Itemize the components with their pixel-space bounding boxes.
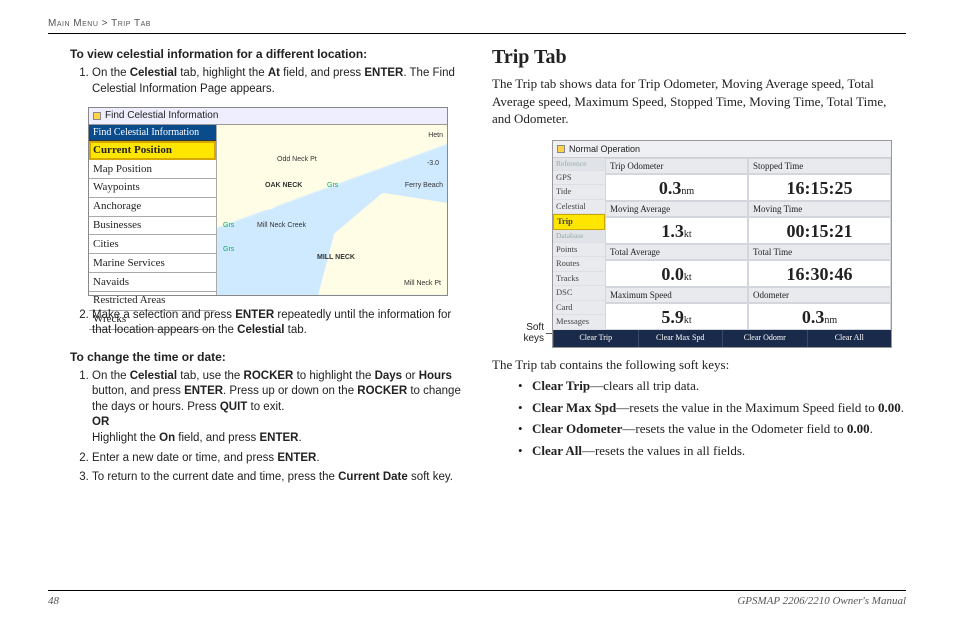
map-label: OAK NECK (265, 181, 302, 190)
softkey-clear-trip[interactable]: Clear Trip (553, 330, 638, 347)
window-icon (93, 112, 101, 120)
map-label: Grs (327, 181, 338, 190)
val-odometer: 0.3nm (748, 303, 891, 329)
nav-tide[interactable]: Tide (553, 185, 605, 199)
map-label: -3.0 (427, 159, 439, 168)
left-column: To view celestial information for a diff… (48, 44, 462, 490)
find-item-cities[interactable]: Cities (89, 235, 216, 254)
proc2-step1: On the Celestial tab, use the ROCKER to … (92, 369, 462, 447)
hdr-total-time: Total Time (748, 244, 891, 261)
nav-section-reference: Reference (553, 158, 605, 171)
softkeys-list: Clear Trip—clears all trip data. Clear M… (518, 377, 906, 459)
map-label: Hetn (428, 131, 443, 140)
proc1-list: On the Celestial tab, highlight the At f… (92, 66, 462, 97)
val-trip-odometer: 0.3nm (605, 174, 748, 200)
breadcrumb-main: Main Menu (48, 18, 98, 29)
bullet-clear-trip: Clear Trip—clears all trip data. (518, 377, 906, 395)
page-footer: 48 GPSMAP 2206/2210 Owner's Manual (48, 590, 906, 607)
proc2-step3: To return to the current date and time, … (92, 470, 462, 486)
find-item-businesses[interactable]: Businesses (89, 217, 216, 236)
nav-points[interactable]: Points (553, 243, 605, 257)
map-label: Odd Neck Pt (277, 155, 317, 164)
find-item-map-position[interactable]: Map Position (89, 160, 216, 179)
breadcrumb-sep: > (102, 18, 108, 29)
breadcrumb-sub: Trip Tab (111, 18, 151, 29)
proc1-list-cont: Make a selection and press ENTER repeate… (92, 308, 462, 339)
map-label: Grs (223, 245, 234, 254)
fig2-titlebar: Normal Operation (553, 141, 891, 158)
nav-section-database: Database (553, 230, 605, 243)
section-title: Trip Tab (492, 44, 906, 71)
val-stopped-time: 16:15:25 (748, 174, 891, 200)
trip-tab-figure: Normal Operation Reference GPS Tide Cele… (552, 140, 892, 348)
proc2-list: On the Celestial tab, use the ROCKER to … (92, 369, 462, 486)
nav-trip[interactable]: Trip (553, 214, 605, 229)
hdr-maximum-speed: Maximum Speed (605, 287, 748, 304)
map-label: Grs (223, 221, 234, 230)
proc2-head: To change the time or date: (70, 349, 462, 365)
hdr-stopped-time: Stopped Time (748, 158, 891, 175)
hdr-moving-time: Moving Time (748, 201, 891, 218)
fig1-titlebar: Find Celestial Information (89, 108, 447, 125)
val-maximum-speed: 5.9kt (605, 303, 748, 329)
bullet-clear-odometer: Clear Odometer—resets the value in the O… (518, 420, 906, 438)
window-icon (557, 145, 565, 153)
softkey-clear-all[interactable]: Clear All (807, 330, 892, 347)
right-column: Trip Tab The Trip tab shows data for Tri… (492, 44, 906, 490)
proc2-step2: Enter a new date or time, and press ENTE… (92, 451, 462, 467)
nav-card[interactable]: Card (553, 301, 605, 315)
val-moving-average: 1.3kt (605, 217, 748, 243)
find-list-head: Find Celestial Information (89, 125, 216, 142)
map-label: Ferry Beach (405, 181, 443, 190)
softkeys-intro: The Trip tab contains the following soft… (492, 356, 906, 374)
map-label: Mill Neck Creek (257, 221, 306, 230)
softkey-clear-max-spd[interactable]: Clear Max Spd (638, 330, 723, 347)
trip-nav: Reference GPS Tide Celestial Trip Databa… (553, 158, 605, 330)
nav-messages[interactable]: Messages (553, 315, 605, 329)
section-intro: The Trip tab shows data for Trip Odomete… (492, 75, 906, 128)
nav-routes[interactable]: Routes (553, 257, 605, 271)
bullet-clear-max-spd: Clear Max Spd—resets the value in the Ma… (518, 399, 906, 417)
hdr-odometer: Odometer (748, 287, 891, 304)
find-item-waypoints[interactable]: Waypoints (89, 179, 216, 198)
find-item-marine-services[interactable]: Marine Services (89, 254, 216, 273)
proc1-step2: Make a selection and press ENTER repeate… (92, 308, 462, 339)
nav-celestial[interactable]: Celestial (553, 200, 605, 214)
nav-gps[interactable]: GPS (553, 171, 605, 185)
hdr-trip-odometer: Trip Odometer (605, 158, 748, 175)
top-rule (48, 33, 906, 34)
map-pane: Hetn Odd Neck Pt -3.0 OAK NECK Grs Ferry… (217, 125, 447, 295)
nav-dsc[interactable]: DSC (553, 286, 605, 300)
map-label: Mill Neck Pt (404, 279, 441, 288)
val-total-time: 16:30:46 (748, 260, 891, 286)
softkey-bar: Clear Trip Clear Max Spd Clear Odomr Cle… (553, 330, 891, 347)
find-list-pane: Find Celestial Information Current Posit… (89, 125, 217, 295)
proc1-head: To view celestial information for a diff… (70, 46, 462, 62)
book-title: GPSMAP 2206/2210 Owner's Manual (737, 595, 906, 607)
val-total-average: 0.0kt (605, 260, 748, 286)
softkey-clear-odometer[interactable]: Clear Odomr (722, 330, 807, 347)
breadcrumb: Main Menu > Trip Tab (48, 18, 906, 29)
fig2-title: Normal Operation (569, 143, 640, 155)
map-label: MILL NECK (317, 253, 355, 262)
find-item-anchorage[interactable]: Anchorage (89, 198, 216, 217)
fig1-title: Find Celestial Information (105, 109, 218, 123)
hdr-moving-average: Moving Average (605, 201, 748, 218)
softkeys-callout: Soft keys (510, 322, 544, 344)
page-number: 48 (48, 595, 59, 607)
find-celestial-figure: Find Celestial Information Find Celestia… (88, 107, 448, 296)
trip-grid: Trip Odometer Stopped Time 0.3nm 16:15:2… (605, 158, 891, 330)
find-item-navaids[interactable]: Navaids (89, 273, 216, 292)
bullet-clear-all: Clear All—resets the values in all field… (518, 442, 906, 460)
val-moving-time: 00:15:21 (748, 217, 891, 243)
nav-tracks[interactable]: Tracks (553, 272, 605, 286)
find-item-current-position[interactable]: Current Position (89, 141, 216, 160)
hdr-total-average: Total Average (605, 244, 748, 261)
proc1-step1: On the Celestial tab, highlight the At f… (92, 66, 462, 97)
